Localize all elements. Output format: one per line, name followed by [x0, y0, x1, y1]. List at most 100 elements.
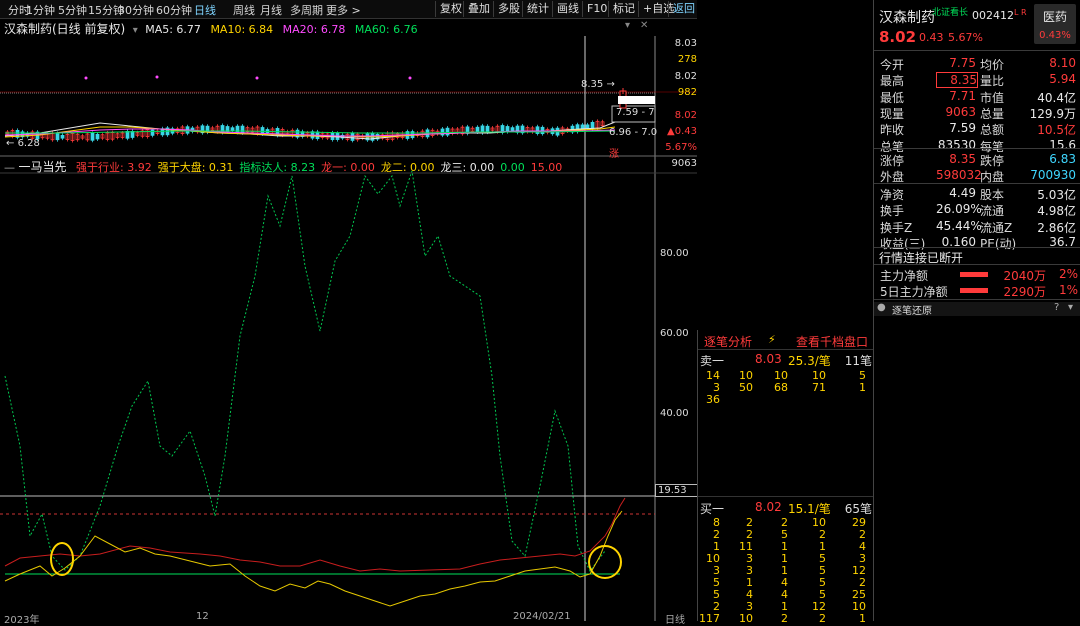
signal-highlight-right	[588, 545, 622, 579]
dropdown-icon[interactable]: ▾	[1068, 302, 1073, 313]
quote-value: 129.9万	[1029, 106, 1076, 121]
book-cell: 2	[781, 612, 788, 625]
indicator-series	[4, 170, 626, 607]
timeframe-4[interactable]: 30分钟	[118, 2, 154, 18]
tick-replay-label: 逐笔还原	[892, 306, 932, 317]
toolbar-button-4[interactable]: 画线	[552, 1, 583, 17]
timeframe-10[interactable]: 更多 >	[326, 2, 361, 18]
timeframe-8[interactable]: 月线	[260, 2, 282, 18]
book-cell: 10	[739, 612, 753, 625]
axis-label-price2: 8.02	[674, 110, 697, 121]
indicator-name: 一马当先	[18, 160, 67, 174]
flow-label: 5日主力净额	[880, 285, 948, 299]
timeframe-5[interactable]: 60分钟	[156, 2, 192, 18]
sell-one-size: 25.3/笔	[788, 354, 831, 368]
flow-pct: 2%	[1058, 267, 1078, 281]
quote-label: 流通Z	[980, 220, 1013, 235]
timeframe-7[interactable]: 周线	[233, 2, 255, 18]
quote-value: 8.10	[1049, 56, 1076, 70]
book-cell: 1	[859, 381, 866, 394]
ind-axis-40: 40.00	[660, 408, 689, 419]
indicator-value-2: 指标达人: 8.23	[239, 161, 316, 174]
quote-label: 股本	[980, 188, 1005, 202]
sell-one-price: 8.03	[755, 352, 782, 366]
chart-toolbar: 分时 1分钟 5分钟 15分钟 30分钟 60分钟 日线 周线 月线 多周期 更多 > 复权 叠加 多股统…	[0, 0, 697, 19]
limit-up-tag: 涨	[609, 149, 619, 160]
book-cell: 2	[819, 612, 826, 625]
panel-divider	[874, 299, 1080, 300]
toolbar-button-8[interactable]: 返回	[668, 1, 699, 17]
ind-axis-80: 80.00	[660, 248, 689, 259]
chart-settings-icon[interactable]: ▾	[625, 20, 630, 31]
indicator-value-7: 15.00	[530, 161, 563, 174]
timeframe-9[interactable]: 多周期	[290, 2, 323, 18]
quote-row: 外盘 598032 内盘 700930	[880, 168, 1078, 184]
panel-divider	[874, 264, 1080, 265]
sell-one-label: 卖一	[700, 354, 725, 368]
quote-value: 5.03亿	[1037, 188, 1076, 202]
toolbar-button-0[interactable]: 复权	[435, 1, 466, 17]
quote-value: 700930	[1030, 168, 1076, 182]
quote-value: 7.75	[949, 56, 976, 70]
stock-tag: 北证看长	[932, 8, 969, 18]
quote-label: 均价	[980, 58, 1005, 72]
stock-change: 0.43	[919, 31, 944, 44]
toolbar-button-3[interactable]: 统计	[522, 1, 553, 17]
indicator-value-5: 龙三: 0.00	[440, 161, 495, 174]
ind-axis-top: 9063	[671, 158, 697, 169]
timeframe-1[interactable]: 1分钟	[26, 2, 55, 18]
book-cell: 68	[774, 381, 788, 394]
date-start: 2023年	[4, 615, 40, 626]
axis-change: ▲0.43	[667, 126, 697, 137]
axis-label-price: 8.02	[674, 71, 697, 82]
quote-label: 换手Z	[880, 220, 913, 235]
quote-value: 6.83	[1049, 152, 1076, 166]
tick-menu-icon[interactable]: ●	[877, 302, 886, 313]
quote-row: 最低 7.71 市值 40.4亿	[880, 89, 1078, 105]
quote-value: 8.35	[949, 152, 976, 166]
collapse-icon[interactable]: ▾	[133, 25, 138, 36]
timeframe-6[interactable]: 日线	[194, 2, 216, 18]
book-cell: 36	[706, 393, 720, 406]
order-book: 逐笔分析 ⚡ 查看千档盘口 卖一 8.03 25.3/笔 11笔 14 10 10 1…	[697, 330, 874, 625]
book-cell: 117	[699, 612, 720, 625]
tab-depth-book[interactable]: 查看千档盘口	[796, 333, 868, 350]
buy-one-price: 8.02	[755, 500, 782, 514]
buy-one-label: 买一	[700, 502, 725, 516]
chart-canvas	[0, 36, 697, 621]
quote-value: 4.49	[949, 186, 976, 200]
flow-pct: 1%	[1058, 283, 1078, 297]
toolbar-button-6[interactable]: 标记	[608, 1, 639, 17]
panel-divider	[874, 247, 1080, 248]
stock-change-pct: 5.67%	[948, 31, 983, 44]
book-cell: 71	[812, 381, 826, 394]
toolbar-button-2[interactable]: 多股	[493, 1, 524, 17]
toolbar-button-1[interactable]: 叠加	[463, 1, 494, 17]
quote-value: 40.4亿	[1037, 90, 1076, 105]
quote-value: 9063	[945, 104, 976, 119]
axis-label-vol2: 982	[677, 87, 697, 98]
quote-row: 换手 26.09% 流通 4.98亿	[880, 202, 1078, 218]
quote-value: 15.6	[1049, 137, 1076, 152]
panel-divider	[874, 148, 1080, 149]
quote-value: 26.09%	[936, 202, 982, 217]
chart-close-icon[interactable]: ✕	[640, 20, 648, 31]
toolbar-button-5[interactable]: F10	[582, 1, 611, 17]
help-icon[interactable]: ?	[1054, 302, 1059, 313]
tab-tick-analysis[interactable]: 逐笔分析	[704, 333, 752, 350]
tick-replay-header: ● 逐笔还原 ? ▾	[874, 302, 1080, 317]
flow-label: 主力净额	[880, 269, 929, 283]
signal-dots	[84, 75, 412, 80]
collapse-indicator-icon[interactable]: —	[4, 161, 15, 174]
quote-row: 现量 9063 总量 129.9万	[880, 105, 1078, 121]
quote-row: 今开 7.75 均价 8.10	[880, 56, 1078, 72]
sector-badge[interactable]: 医药 0.43%	[1034, 4, 1076, 44]
timeframe-2[interactable]: 5分钟	[58, 2, 87, 18]
hover-range-low: 6.96 - 7.0	[609, 127, 658, 138]
ma-info-bar: 汉森制药(日线 前复权) ▾ MA5: 6.77 MA10: 6.84 MA20…	[4, 20, 418, 37]
indicator-value-1: 强于大盘: 0.31	[157, 161, 234, 174]
stock-name: 汉森制药	[879, 10, 935, 26]
sell-one-count: 11笔	[844, 354, 872, 368]
quote-label: 流通	[980, 204, 1005, 219]
panel-divider	[874, 183, 1080, 184]
